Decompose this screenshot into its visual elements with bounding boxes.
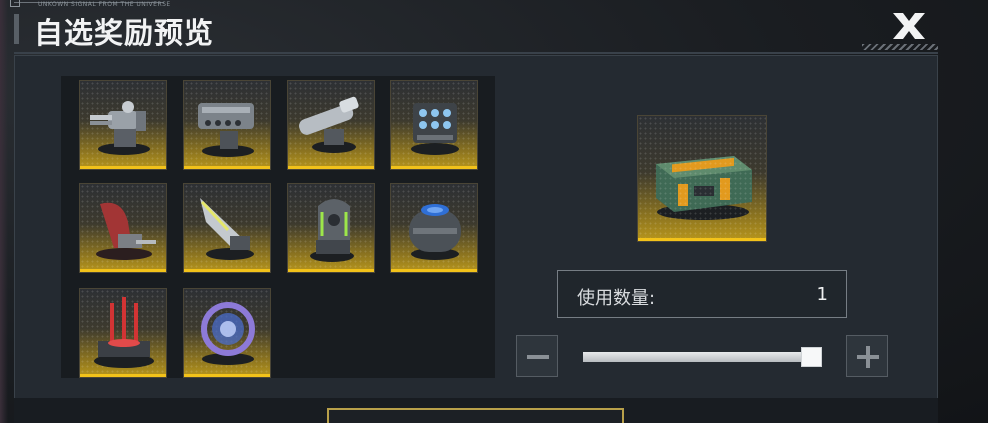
green-energy-turret-icon — [310, 199, 354, 262]
cluster-launcher-icon — [411, 103, 459, 155]
reward-item-green-energy-turret[interactable] — [287, 183, 375, 273]
gatling-turret-icon — [90, 101, 150, 155]
signal-text: UNKOWN SIGNAL FROM THE UNIVERSE — [38, 1, 171, 8]
increase-button[interactable] — [846, 335, 888, 377]
quantity-slider-handle[interactable] — [801, 347, 822, 367]
hatch-decoration — [862, 44, 938, 50]
edge-shadow — [0, 0, 8, 423]
reward-item-blade-turret[interactable] — [183, 183, 271, 273]
reward-item-red-shield-turret[interactable] — [79, 183, 167, 273]
reward-item-cluster-launcher[interactable] — [390, 80, 478, 170]
portal-ring-icon — [201, 302, 255, 365]
reward-item-blue-dome-turret[interactable] — [390, 183, 478, 273]
quantity-slider-track[interactable] — [583, 352, 820, 362]
plus-icon — [857, 346, 879, 368]
title-accent-bar — [14, 14, 19, 44]
panel-top-border — [14, 52, 938, 54]
close-button[interactable] — [888, 9, 930, 43]
missile-launcher-icon — [198, 103, 254, 157]
minus-icon — [527, 355, 549, 359]
blade-turret-icon — [200, 198, 254, 260]
reward-item-red-spike-turret[interactable] — [79, 288, 167, 378]
red-spike-turret-icon — [94, 297, 154, 368]
blue-dome-turret-icon — [409, 204, 461, 260]
reward-item-gatling-turret[interactable] — [79, 80, 167, 170]
close-x-icon — [893, 13, 925, 39]
confirm-button[interactable] — [327, 408, 624, 423]
decrease-button[interactable] — [516, 335, 558, 377]
reward-item-cannon-turret[interactable] — [287, 80, 375, 170]
quantity-value: 1 — [816, 284, 828, 305]
preview-item — [637, 115, 767, 242]
header-dot-icon — [10, 0, 20, 7]
reward-item-missile-launcher[interactable] — [183, 80, 271, 170]
reward-item-portal-ring[interactable] — [183, 288, 271, 378]
red-shield-turret-icon — [96, 202, 156, 260]
page-title: 自选奖励预览 — [34, 16, 215, 50]
quantity-label: 使用数量: — [577, 288, 656, 309]
quantity-display: 使用数量: 1 — [557, 270, 847, 318]
cannon-turret-icon — [299, 96, 359, 153]
